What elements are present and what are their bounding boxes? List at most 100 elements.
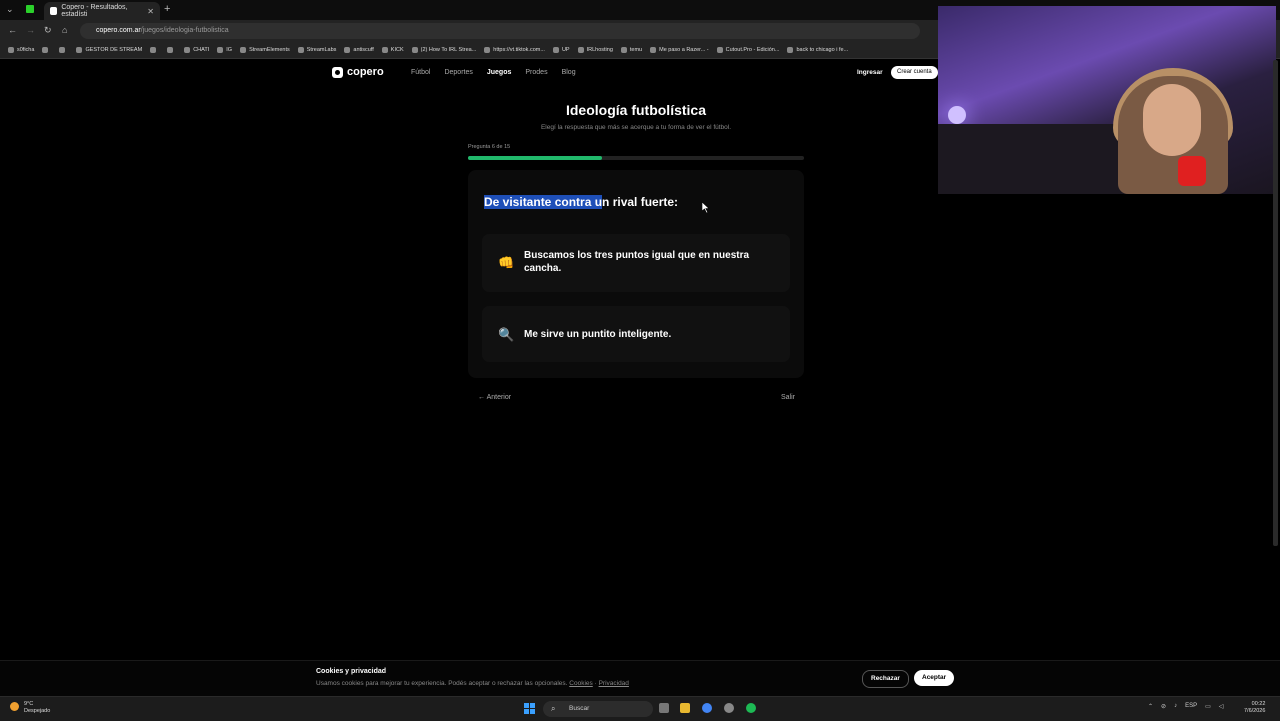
- bookmark-item[interactable]: [42, 47, 51, 53]
- home-icon[interactable]: ⌂: [62, 25, 67, 35]
- signup-button[interactable]: Crear cuenta: [891, 66, 938, 79]
- url-host: copero.com.ar: [96, 27, 141, 34]
- network-icon[interactable]: ⊘: [1161, 703, 1166, 710]
- bookmark-favicon-icon: [217, 47, 224, 53]
- bookmark-favicon-icon: [716, 47, 723, 53]
- question-text: De visitante contra un rival fuerte:: [484, 195, 678, 209]
- bookmark-item[interactable]: IG: [217, 47, 232, 53]
- bookmark-item[interactable]: StreamElements: [240, 47, 290, 53]
- bookmark-item[interactable]: temu: [620, 47, 642, 53]
- search-icon: ⌕: [551, 704, 556, 713]
- windows-start-icon[interactable]: [524, 703, 535, 714]
- progress-bar: [468, 156, 804, 160]
- progress-label: Pregunta 6 de 15: [468, 144, 511, 150]
- bookmark-label: antiscuff: [353, 47, 374, 53]
- mic-icon[interactable]: ♪: [1174, 703, 1177, 710]
- accept-cookies-button[interactable]: Aceptar: [914, 670, 955, 686]
- bookmark-item[interactable]: StreamLabs: [297, 47, 336, 53]
- site-header: copero Fútbol Deportes Juegos Prodes Blo…: [0, 60, 938, 86]
- bookmark-item[interactable]: https://vt.tiktok.com...: [484, 47, 545, 53]
- bookmark-item[interactable]: antiscuff: [344, 47, 374, 53]
- mouse-cursor-icon: [702, 202, 710, 213]
- bookmark-favicon-icon: [240, 47, 247, 53]
- bookmark-item[interactable]: GESTOR DE STREAM: [76, 47, 142, 53]
- close-tab-icon[interactable]: ✕: [147, 7, 154, 16]
- reject-cookies-button[interactable]: Rechazar: [862, 670, 909, 688]
- previous-button[interactable]: ← Anterior: [478, 394, 511, 401]
- cookies-link[interactable]: Cookies: [569, 680, 592, 687]
- bookmark-label: GESTOR DE STREAM: [85, 47, 143, 53]
- streamer-face: [1143, 84, 1201, 156]
- cookie-banner: Cookies y privacidad Usamos cookies para…: [0, 660, 1280, 697]
- back-icon[interactable]: ←: [8, 25, 17, 35]
- bookmark-item[interactable]: [59, 47, 68, 53]
- display-icon[interactable]: ▭: [1205, 703, 1211, 710]
- settings-icon[interactable]: [724, 703, 734, 713]
- bookmark-favicon-icon: [150, 47, 157, 53]
- weather-desc: Despejado: [24, 708, 51, 714]
- bookmark-item[interactable]: Me paso a Razer... -: [650, 47, 709, 53]
- cookie-title: Cookies y privacidad: [316, 668, 387, 675]
- volume-icon[interactable]: ◁: [1219, 703, 1224, 710]
- new-tab-icon[interactable]: +: [164, 3, 170, 15]
- bookmark-label: (2) How To IRL Strea...: [420, 47, 477, 53]
- question-card: De visitante contra un rival fuerte: 👊 B…: [468, 170, 804, 378]
- nav-juegos[interactable]: Juegos: [487, 69, 512, 76]
- answer-option-1[interactable]: 👊 Buscamos los tres puntos igual que en …: [482, 234, 790, 292]
- spotify-icon[interactable]: [746, 703, 756, 713]
- bookmark-item[interactable]: [167, 47, 176, 53]
- bookmark-item[interactable]: s0ficha: [8, 47, 34, 53]
- privacy-link[interactable]: Privacidad: [599, 680, 629, 687]
- bookmark-label: KICK: [390, 47, 404, 53]
- bookmark-label: UP: [561, 47, 570, 53]
- taskbar-clock[interactable]: 00:22 7/6/2026: [1244, 701, 1265, 715]
- bookmark-item[interactable]: back to chicago i fe...: [787, 47, 848, 53]
- task-view-icon[interactable]: [659, 703, 669, 713]
- taskbar-search[interactable]: ⌕ Buscar: [543, 701, 653, 717]
- answer-option-2[interactable]: 🔍 Me sirve un puntito inteligente.: [482, 306, 790, 362]
- bookmark-favicon-icon: [42, 47, 49, 53]
- pinned-tab-icon[interactable]: [26, 5, 34, 13]
- bookmark-label: IRLhosting: [586, 47, 613, 53]
- nav-prodes[interactable]: Prodes: [525, 69, 547, 76]
- system-tray: ⌃ ⊘ ♪ ESP ▭ ◁: [1148, 703, 1223, 710]
- question-rest-text: n rival fuerte:: [602, 195, 679, 209]
- red-cup: [1178, 156, 1206, 186]
- bookmark-item[interactable]: [150, 47, 159, 53]
- login-link[interactable]: Ingresar: [857, 69, 883, 76]
- clock-time: 00:22: [1251, 701, 1266, 707]
- forward-icon[interactable]: →: [26, 25, 35, 35]
- page-scrollbar[interactable]: [1273, 60, 1278, 546]
- nav-futbol[interactable]: Fútbol: [411, 69, 430, 76]
- bookmark-favicon-icon: [650, 47, 657, 53]
- url-path: /juegos/ideologia-futbolistica: [140, 27, 229, 34]
- bookmark-item[interactable]: UP: [552, 47, 570, 53]
- tray-chevron-icon[interactable]: ⌃: [1148, 703, 1153, 710]
- language-indicator[interactable]: ESP: [1185, 703, 1197, 710]
- file-explorer-icon[interactable]: [680, 703, 690, 713]
- reload-icon[interactable]: ↻: [44, 25, 52, 36]
- bookmark-item[interactable]: IRLhosting: [577, 47, 613, 53]
- bookmark-label: StreamElements: [249, 47, 290, 53]
- address-bar[interactable]: copero.com.ar/juegos/ideologia-futbolist…: [80, 23, 920, 39]
- main-nav: Fútbol Deportes Juegos Prodes Blog: [411, 69, 576, 76]
- nav-deportes[interactable]: Deportes: [444, 69, 472, 76]
- copero-logo[interactable]: copero: [332, 66, 384, 78]
- bookmark-label: CHATI: [193, 47, 210, 53]
- bookmark-item[interactable]: Cutout.Pro - Edición...: [716, 47, 779, 53]
- exit-button[interactable]: Salir: [781, 394, 795, 401]
- nav-blog[interactable]: Blog: [562, 69, 576, 76]
- browser-tab-active[interactable]: Copero - Resultados, estadísti ✕: [44, 2, 160, 20]
- bookmark-item[interactable]: CHATI: [184, 47, 209, 53]
- bookmark-favicon-icon: [787, 47, 794, 53]
- tab-list-icon[interactable]: ⌄: [6, 4, 14, 15]
- copero-logo-icon: [332, 66, 343, 78]
- tab-favicon-icon: [50, 7, 58, 15]
- bookmark-favicon-icon: [552, 47, 559, 53]
- webcam-overlay: [938, 6, 1276, 194]
- bookmark-label: s0ficha: [17, 47, 35, 53]
- chrome-icon[interactable]: [702, 703, 712, 713]
- bookmark-item[interactable]: KICK: [381, 47, 404, 53]
- question-selected-text: De visitante contra u: [484, 195, 603, 209]
- bookmark-item[interactable]: (2) How To IRL Strea...: [411, 47, 477, 53]
